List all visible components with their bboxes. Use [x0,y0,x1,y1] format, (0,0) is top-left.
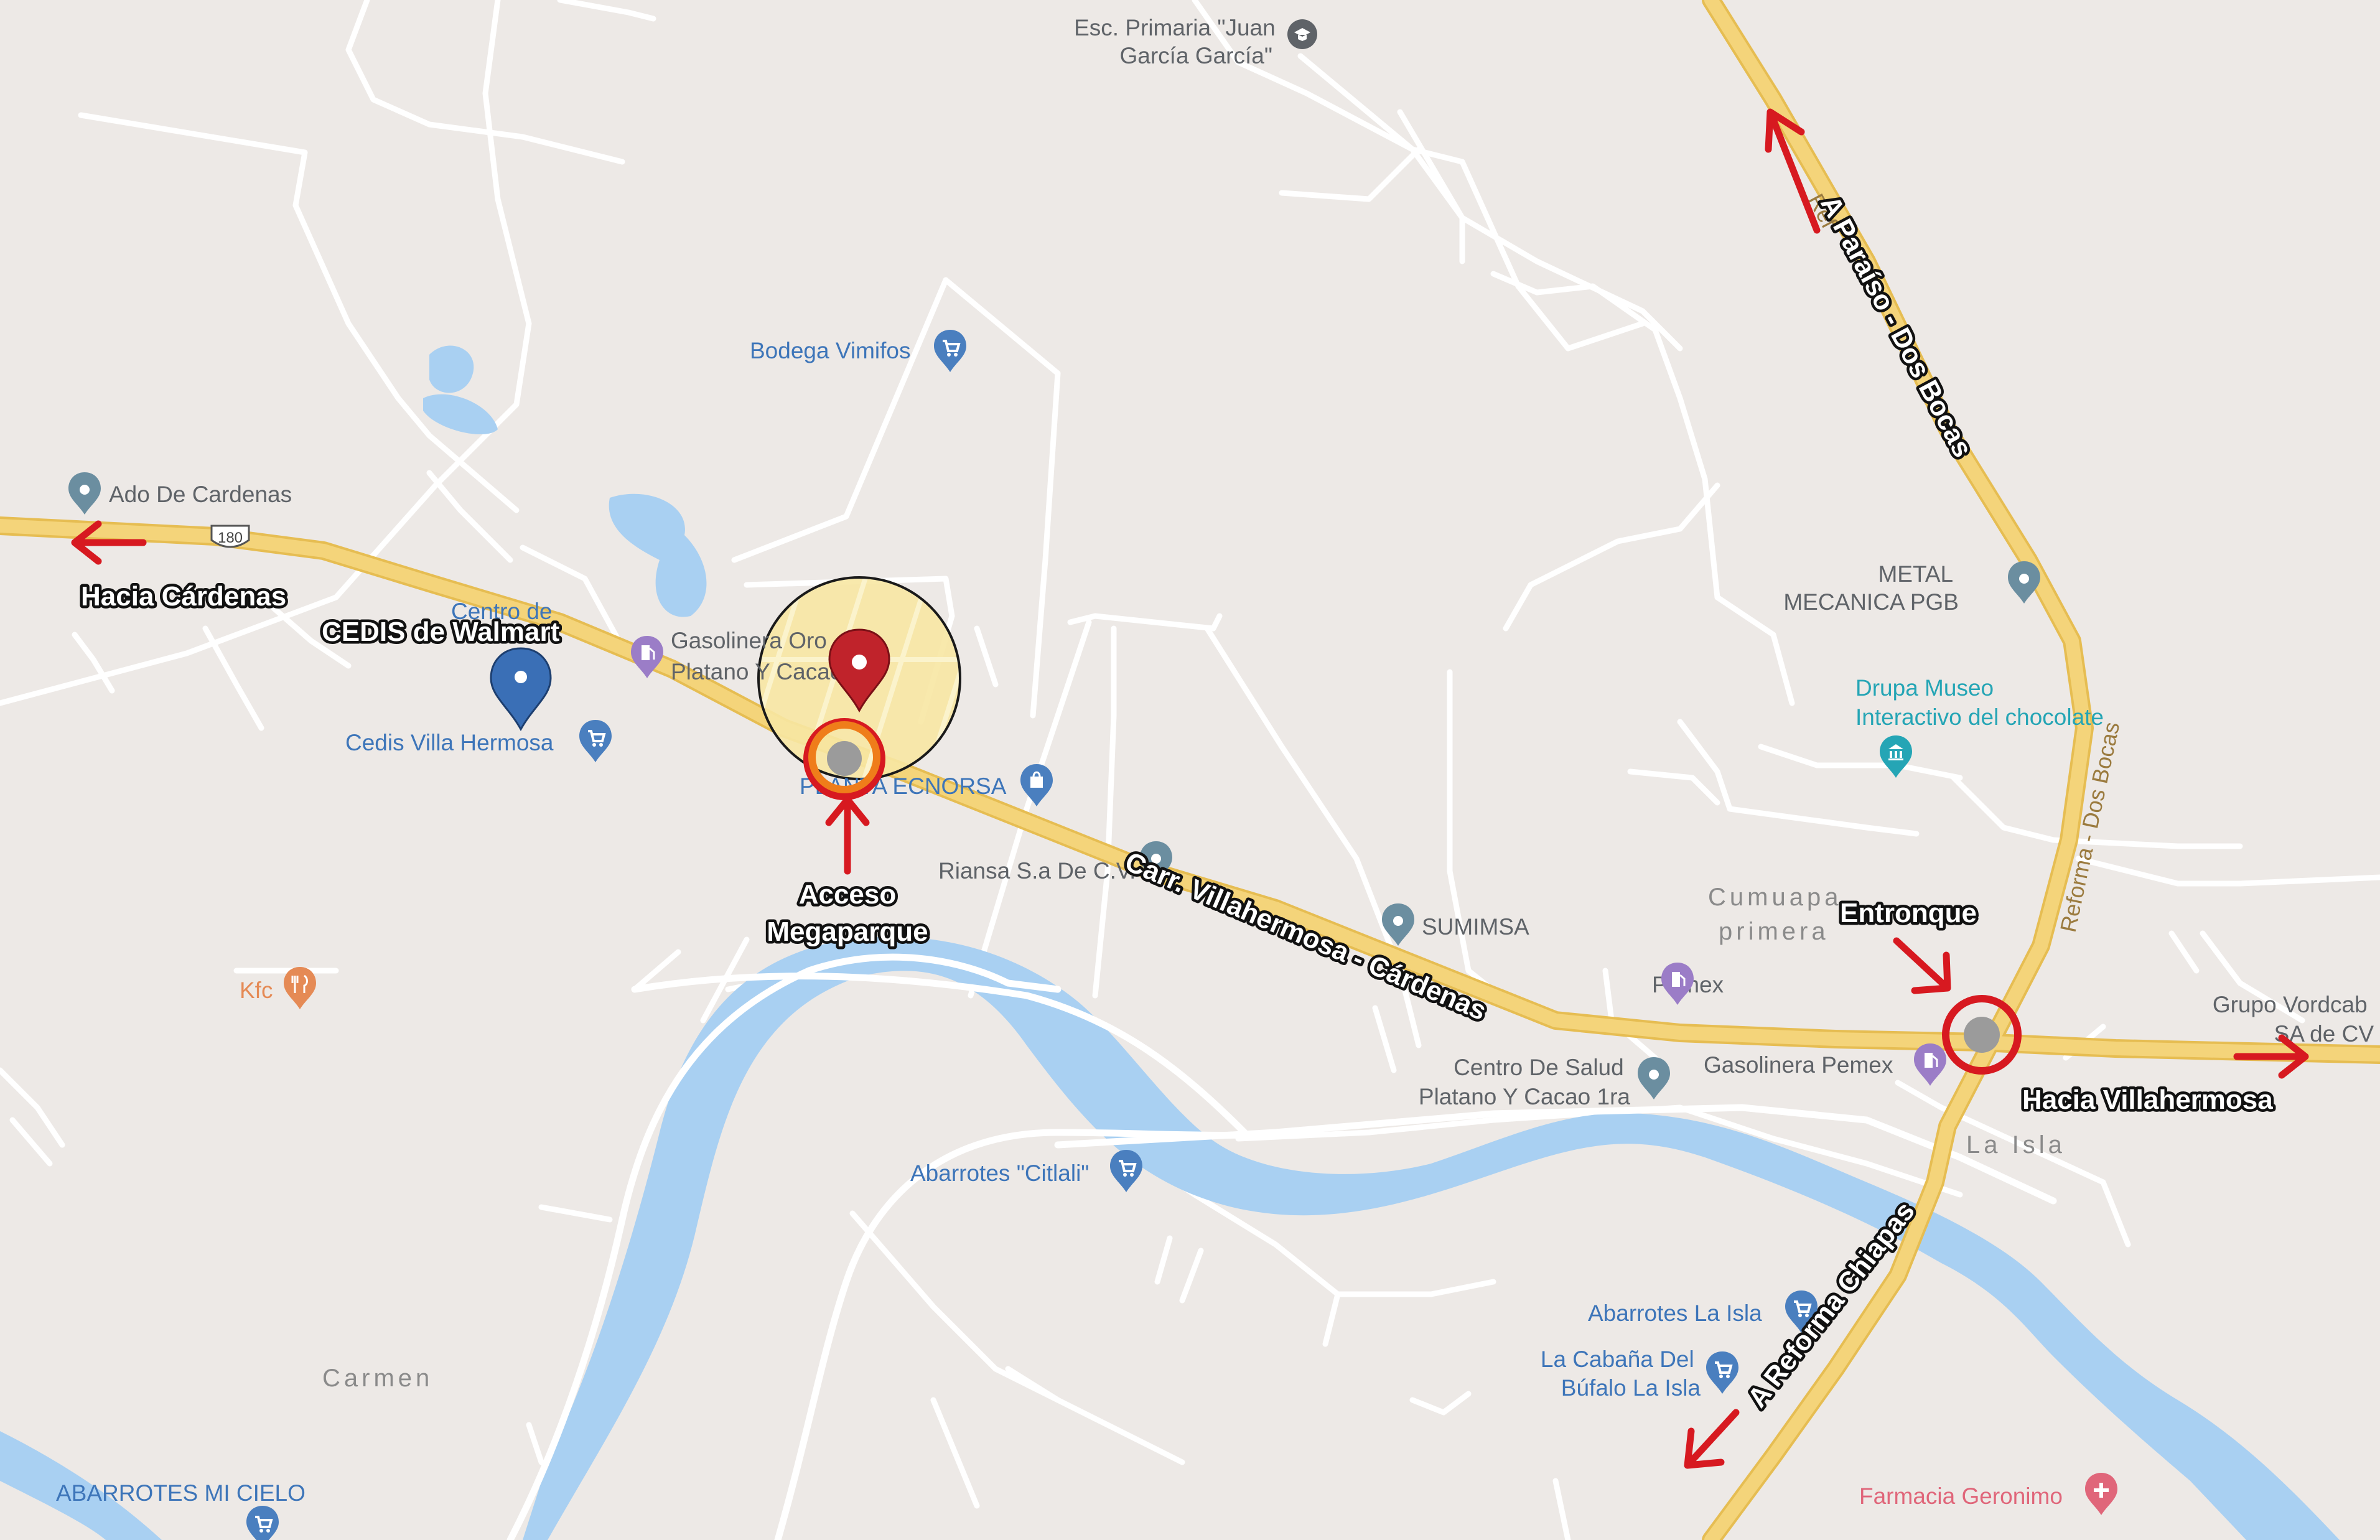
annotation-junction: Entronque [1840,898,1977,928]
poi-label: Platano Y Cacao [671,659,842,684]
poi-label: Abarrotes "Citlali" [910,1160,1089,1186]
poi-label: Gasolinera Pemex [1704,1052,1893,1078]
poi-label: METAL [1878,561,1953,587]
annotation-cedis: CEDIS de Walmart [322,617,560,647]
map-canvas[interactable]: 180 Ref Reforma - Dos Bocas Esc. Primari… [0,0,2380,1540]
shield-number: 180 [218,530,243,546]
poi-label: Esc. Primaria "Juan [1074,15,1276,40]
poi-label: Ado De Cardenas [109,482,292,507]
poi-label: Gasolinera Oro [671,628,827,653]
poi-label: García García" [1120,43,1273,68]
place-label-la-isla: La Isla [1966,1131,2066,1159]
poi-label: Grupo Vordcab [2213,992,2368,1017]
poi-label: Centro De Salud [1454,1055,1624,1080]
annotation-access: Acceso [799,879,897,910]
place-label-cumuapa: primera [1719,918,1829,945]
poi-label: Bodega Vimifos [750,338,910,363]
poi-label: Farmacia Geronimo [1859,1483,2063,1509]
poi-label: SUMIMSA [1422,914,1529,940]
poi-label: Interactivo del chocolate [1855,704,2104,730]
poi-label: Cedis Villa Hermosa [345,730,554,755]
poi-label: ABARROTES MI CIELO [56,1480,306,1506]
poi-label: MECANICA PGB [1783,589,1959,615]
annotation-access: Megaparque [767,917,928,947]
school-icon [1287,19,1317,49]
annotation-to-cardenas: Hacia Cárdenas [81,581,286,612]
poi-label: La Cabaña Del [1541,1346,1694,1372]
place-label-cumuapa: Cumuapa [1708,884,1842,911]
poi-label: Drupa Museo [1855,675,1994,701]
poi-label: Riansa S.a De C.V. [938,858,1136,884]
poi-label: Búfalo La Isla [1561,1375,1701,1401]
annotation-to-villahermosa: Hacia Villahermosa [2022,1085,2273,1115]
poi-label: Abarrotes La Isla [1588,1300,1762,1326]
poi-label: Platano Y Cacao 1ra [1419,1084,1631,1109]
place-label-carmen: Carmen [322,1365,433,1392]
highway-shield: 180 [210,525,250,548]
poi-label: Kfc [240,978,273,1003]
